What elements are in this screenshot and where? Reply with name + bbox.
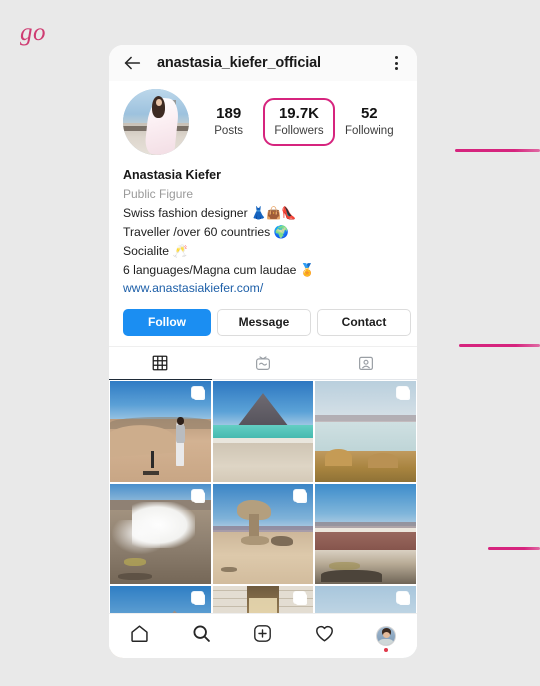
tagged-person-icon [357, 354, 375, 372]
avatar[interactable] [123, 89, 189, 155]
grid-item[interactable] [315, 483, 416, 585]
followers-count: 19.7K [278, 104, 319, 122]
posts-label: Posts [214, 125, 244, 138]
home-icon [129, 623, 150, 649]
igtv-icon [254, 354, 272, 372]
grid-icon [151, 354, 169, 372]
stat-followers[interactable]: 19.7K Followers [262, 97, 335, 147]
phone-screen: anastasia_kiefer_official 189 Posts 19.7… [109, 45, 417, 658]
nav-profile[interactable] [369, 621, 403, 652]
grid-item[interactable] [315, 380, 416, 482]
avatar-icon [376, 626, 397, 646]
back-arrow-icon[interactable] [121, 52, 143, 74]
grid-item[interactable] [110, 483, 211, 585]
contact-button[interactable]: Contact [317, 308, 411, 336]
tab-grid[interactable] [109, 347, 212, 380]
profile-header: 189 Posts 19.7K Followers 52 Following [109, 81, 417, 159]
tab-tagged[interactable] [314, 347, 417, 380]
action-buttons: Follow Message Contact [109, 298, 417, 346]
stat-following[interactable]: 52 Following [336, 99, 402, 146]
carousel-icon [191, 386, 205, 400]
pink-rule-2 [459, 344, 540, 347]
top-app-bar: anastasia_kiefer_official [109, 45, 417, 81]
profile-tabs [109, 345, 417, 380]
nav-search[interactable] [184, 621, 218, 651]
grid-item[interactable] [212, 483, 314, 585]
plus-square-icon [252, 623, 273, 649]
page-title: anastasia_kiefer_official [157, 55, 321, 71]
pink-rule-1 [455, 149, 540, 152]
nav-activity[interactable] [308, 621, 342, 651]
bio-line-1: Swiss fashion designer 👗👜👠 [123, 205, 297, 220]
grid-item[interactable] [212, 380, 314, 482]
grid-item[interactable] [110, 380, 211, 482]
carousel-icon [294, 489, 308, 503]
following-label: Following [345, 125, 394, 138]
bio-line-3: Socialite 🥂 [123, 243, 188, 258]
kebab-menu-icon[interactable] [387, 54, 405, 72]
carousel-icon [191, 489, 205, 503]
bio-line-4: 6 languages/Magna cum laudae 🏅 [123, 262, 316, 277]
pink-rule-3 [488, 547, 540, 550]
posts-count: 189 [216, 104, 242, 122]
carousel-icon [396, 592, 410, 606]
go-annotation-text: go [20, 19, 46, 46]
follow-button[interactable]: Follow [123, 308, 211, 336]
heart-icon [314, 623, 335, 649]
notification-dot [384, 648, 389, 652]
stat-posts[interactable]: 189 Posts [196, 99, 262, 146]
following-count: 52 [360, 104, 378, 122]
message-button[interactable]: Message [217, 308, 311, 336]
stats-row: 189 Posts 19.7K Followers 52 Following [189, 97, 403, 147]
carousel-icon [294, 592, 308, 606]
carousel-icon [191, 592, 205, 606]
display-name: Anastasia Kiefer [123, 168, 221, 182]
nav-add-post[interactable] [246, 621, 280, 651]
tab-igtv[interactable] [211, 347, 315, 380]
bio-section: Anastasia Kiefer Public Figure Swiss fas… [109, 159, 417, 299]
bio-line-2: Traveller /over 60 countries 🌍 [123, 224, 289, 239]
bottom-navigation [109, 613, 417, 658]
website-link[interactable]: www.anastasiakiefer.com/ [123, 279, 403, 299]
followers-label: Followers [274, 125, 324, 138]
carousel-icon [396, 386, 410, 400]
nav-home[interactable] [123, 621, 157, 651]
search-icon [191, 623, 212, 649]
profile-category: Public Figure [123, 187, 194, 202]
